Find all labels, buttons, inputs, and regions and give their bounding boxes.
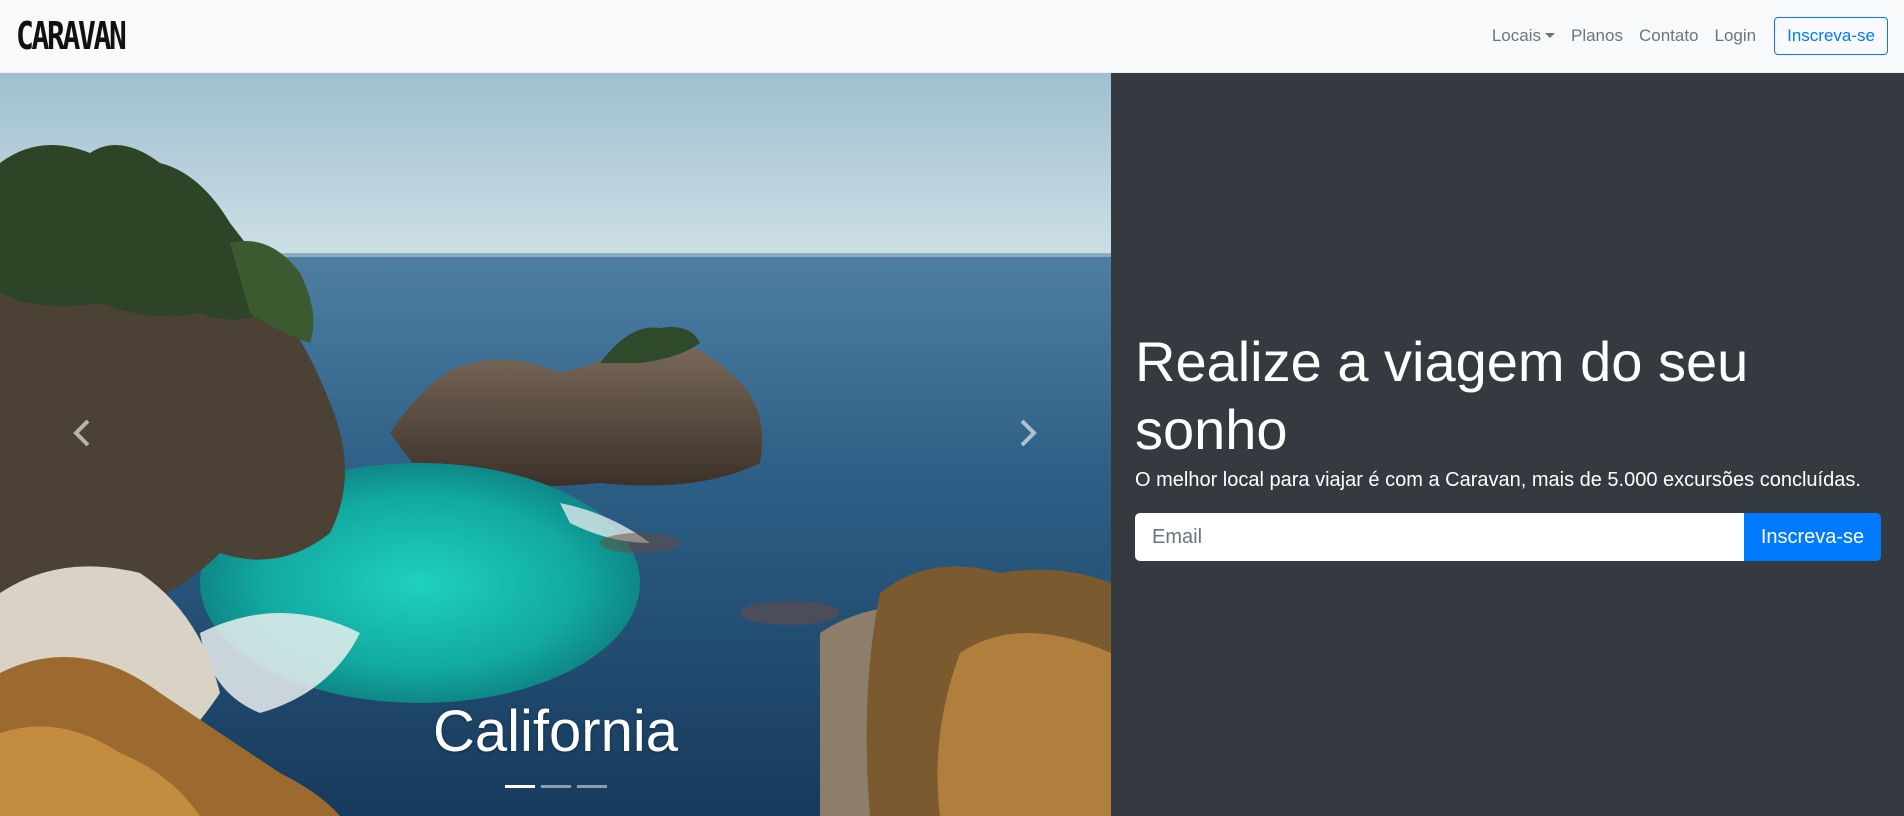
carousel-prev-button[interactable]	[52, 403, 112, 463]
nav-item-label: Locais	[1491, 25, 1541, 45]
signup-button[interactable]: Inscreva-se	[1774, 16, 1888, 56]
carousel-indicators	[505, 785, 607, 788]
hero-headline: Realize a viagem do seu sonho	[1135, 330, 1749, 461]
carousel-caption: California	[433, 699, 678, 764]
nav-item-login[interactable]: Login	[1707, 18, 1765, 54]
hero-carousel: California	[0, 73, 1111, 816]
hero-subtitle: O melhor local para viajar é com a Carav…	[1135, 469, 1861, 491]
carousel-next-button[interactable]	[998, 403, 1058, 463]
carousel-indicator[interactable]	[541, 785, 571, 788]
chevron-right-icon	[1020, 419, 1037, 447]
brand-logo[interactable]: CARAVAN	[16, 17, 127, 55]
navbar: CARAVAN Locais Planos Contato Login Insc…	[0, 0, 1904, 73]
nav-links: Locais Planos Contato Login Inscreva-se	[1484, 16, 1888, 56]
carousel-indicator[interactable]	[505, 785, 535, 788]
signup-form: Inscreva-se	[1135, 513, 1881, 561]
nav-item-locais[interactable]: Locais	[1484, 18, 1563, 54]
email-input[interactable]	[1135, 513, 1744, 561]
nav-item-contato[interactable]: Contato	[1631, 18, 1707, 54]
carousel-indicator[interactable]	[577, 785, 607, 788]
signup-panel: Realize a viagem do seu sonho O melhor l…	[1111, 73, 1904, 816]
nav-item-planos[interactable]: Planos	[1563, 18, 1631, 54]
caret-down-icon	[1544, 33, 1555, 39]
submit-signup-button[interactable]: Inscreva-se	[1744, 513, 1881, 561]
chevron-left-icon	[73, 419, 90, 447]
